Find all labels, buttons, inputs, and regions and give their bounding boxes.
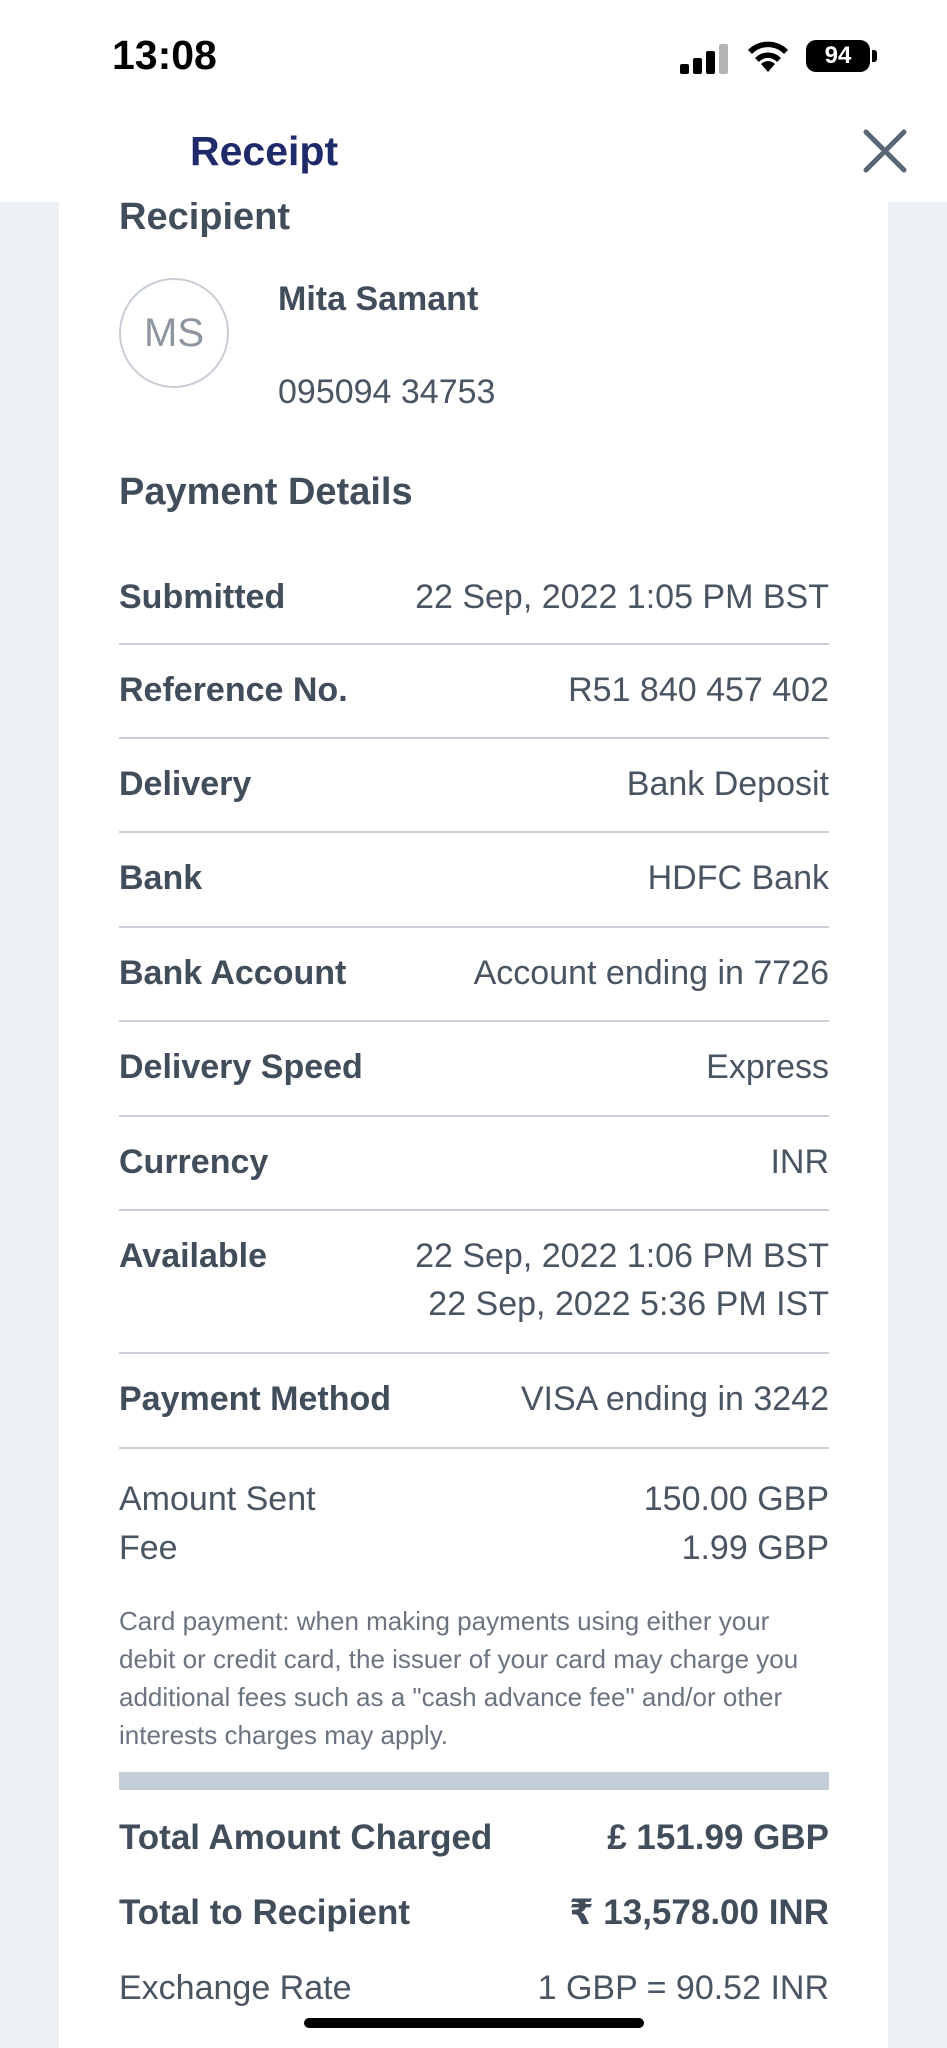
totals-divider [119, 1772, 829, 1790]
payment-details-title: Payment Details [119, 471, 413, 513]
detail-row-available: Available 22 Sep, 2022 1:06 PM BST 22 Se… [119, 1211, 829, 1354]
wifi-icon [748, 41, 788, 72]
detail-row-payment-method: Payment Method VISA ending in 3242 [119, 1354, 829, 1449]
detail-row-currency: Currency INR [119, 1117, 829, 1211]
status-time: 13:08 [112, 32, 217, 78]
page-title: Receipt [190, 128, 339, 174]
detail-row-reference: Reference No. R51 840 457 402 [119, 645, 829, 739]
detail-value: INR [770, 1143, 829, 1181]
top-bar: 13:08 94 Receipt [0, 0, 947, 202]
avatar: MS [119, 278, 229, 388]
signal-icon [680, 44, 728, 74]
exchange-rate-row: Exchange Rate 1 GBP = 90.52 INR [119, 1969, 829, 2015]
detail-value: Bank Deposit [626, 765, 829, 803]
amount-sent-row: Amount Sent 150.00 GBP [119, 1480, 829, 1526]
amount-sent-label: Amount Sent [119, 1480, 316, 1518]
detail-label: Reference No. [119, 671, 348, 709]
detail-label: Currency [119, 1143, 269, 1181]
detail-row-bank-account: Bank Account Account ending in 7726 [119, 928, 829, 1022]
fee-label: Fee [119, 1529, 178, 1567]
battery-tip [872, 50, 877, 62]
detail-value: Express [706, 1048, 829, 1086]
detail-label: Delivery [119, 765, 252, 803]
detail-label: Bank [119, 859, 203, 897]
detail-label: Bank Account [119, 954, 347, 992]
card-payment-disclaimer: Card payment: when making payments using… [119, 1606, 799, 1750]
detail-value: R51 840 457 402 [568, 671, 829, 709]
fee-value: 1.99 GBP [681, 1529, 829, 1567]
recipient-section-title: Recipient [119, 196, 291, 238]
detail-row-delivery-speed: Delivery Speed Express [119, 1022, 829, 1117]
detail-value-secondary: 22 Sep, 2022 5:36 PM IST [428, 1285, 829, 1323]
home-indicator [304, 2018, 644, 2028]
detail-value: 22 Sep, 2022 1:05 PM BST [415, 578, 829, 616]
close-icon[interactable] [858, 124, 912, 178]
detail-value: Account ending in 7726 [473, 954, 829, 992]
exchange-rate-value: 1 GBP = 90.52 INR [537, 1969, 829, 2007]
total-recipient-row: Total to Recipient ₹ 13,578.00 INR [119, 1893, 829, 1939]
detail-value: VISA ending in 3242 [520, 1380, 829, 1418]
total-recipient-value: ₹ 13,578.00 INR [569, 1893, 829, 1932]
amount-sent-value: 150.00 GBP [643, 1480, 829, 1518]
total-charged-value: £ 151.99 GBP [607, 1818, 829, 1857]
exchange-rate-label: Exchange Rate [119, 1969, 352, 2007]
recipient-name: Mita Samant [278, 280, 479, 318]
detail-label: Delivery Speed [119, 1048, 363, 1086]
total-charged-row: Total Amount Charged £ 151.99 GBP [119, 1818, 829, 1864]
fee-row: Fee 1.99 GBP [119, 1529, 829, 1575]
detail-row-submitted: Submitted 22 Sep, 2022 1:05 PM BST [119, 556, 829, 645]
detail-value: 22 Sep, 2022 1:06 PM BST [415, 1237, 829, 1275]
recipient-phone: 095094 34753 [278, 373, 496, 411]
detail-value: HDFC Bank [647, 859, 829, 897]
detail-label: Available [119, 1237, 268, 1275]
detail-row-delivery: Delivery Bank Deposit [119, 739, 829, 833]
detail-row-bank: Bank HDFC Bank [119, 833, 829, 928]
battery-indicator: 94 [806, 40, 870, 72]
total-recipient-label: Total to Recipient [119, 1893, 411, 1932]
detail-label: Payment Method [119, 1380, 392, 1418]
total-charged-label: Total Amount Charged [119, 1818, 493, 1857]
detail-label: Submitted [119, 578, 286, 616]
